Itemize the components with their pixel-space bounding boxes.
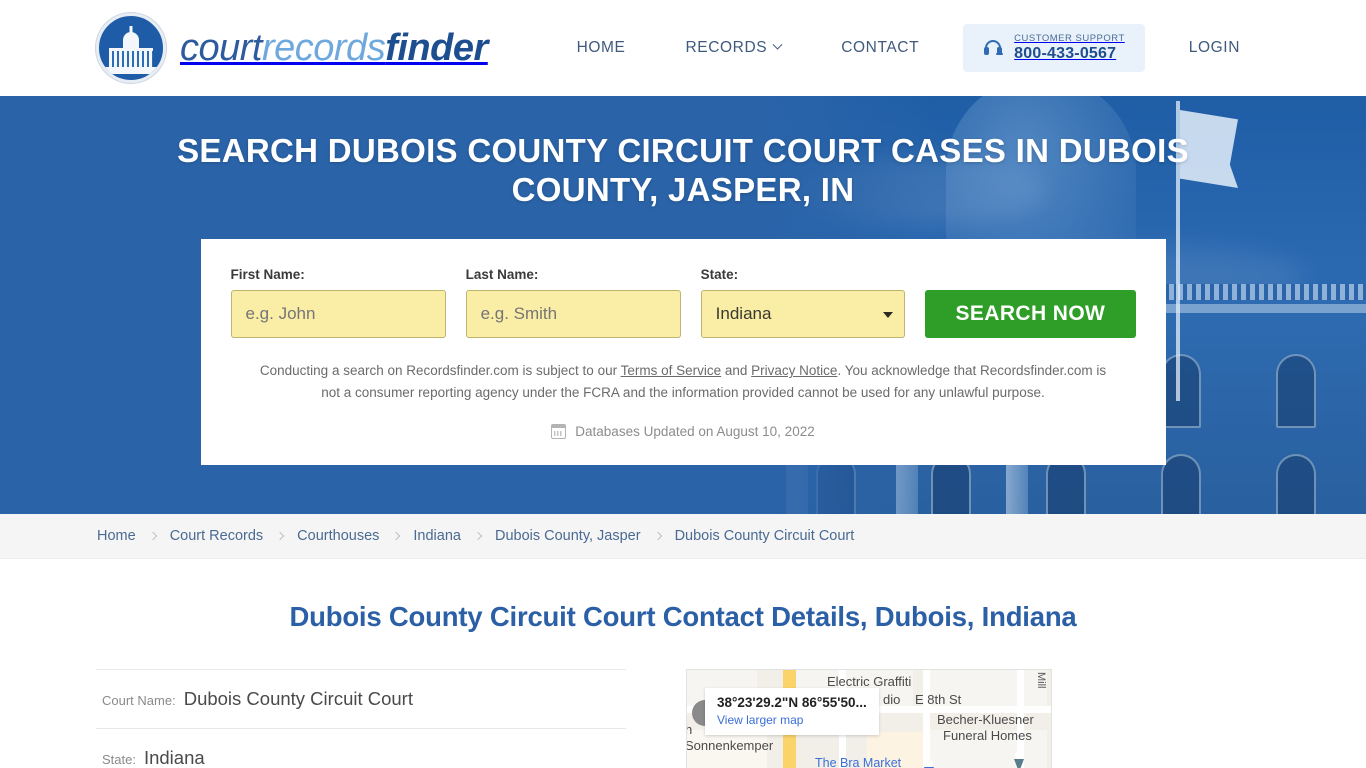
logo-word-records: records	[261, 26, 386, 69]
state-select-wrapper: Indiana	[700, 290, 906, 339]
main-content: Dubois County Circuit Court Contact Deta…	[0, 559, 1366, 768]
last-name-label: Last Name:	[465, 267, 539, 283]
chevron-right-icon	[653, 531, 662, 541]
site-header: courtrecordsfinder HOME RECORDS CONTACT …	[0, 0, 1366, 96]
map-coordinates-overlay: 38°23'29.2"N 86°55'50... View larger map	[705, 688, 879, 735]
hero-section: SEARCH DUBOIS COUNTY CIRCUIT COURT CASES…	[0, 96, 1366, 514]
map-label-the-bra-market: The Bra Market	[815, 756, 902, 768]
map-coordinates-text: 38°23'29.2"N 86°55'50...	[717, 695, 867, 710]
map-label-sonnenkemper: Sonnenkemper	[686, 738, 774, 753]
first-name-field-group: First Name:	[230, 267, 446, 339]
detail-row-state: State: Indiana	[96, 728, 626, 768]
chevron-down-icon	[772, 40, 783, 51]
map-label-funeral-homes: Funeral Homes	[943, 728, 1032, 743]
disclaimer-part-2: and	[721, 363, 752, 379]
first-name-input[interactable]	[230, 290, 446, 339]
chevron-down-icon	[883, 312, 894, 319]
map-label-e-8th-st: E 8th St	[915, 692, 962, 707]
databases-updated-row: Databases Updated on August 10, 2022	[231, 423, 1136, 439]
chevron-right-icon	[392, 531, 401, 541]
nav-item-records-label: RECORDS	[685, 38, 768, 56]
state-select[interactable]: Indiana	[700, 290, 906, 339]
nav-item-home-label: HOME	[576, 38, 626, 56]
search-now-button[interactable]: SEARCH NOW	[925, 290, 1136, 339]
logo-wordmark: courtrecordsfinder	[180, 27, 488, 70]
map-label-dio: dio	[883, 692, 901, 707]
nav-item-contact[interactable]: CONTACT	[811, 39, 949, 57]
breadcrumb-item-home[interactable]: Home	[97, 528, 136, 544]
breadcrumb-item-dubois-county-jasper[interactable]: Dubois County, Jasper	[495, 528, 641, 544]
nav-item-login-label: LOGIN	[1188, 38, 1240, 56]
last-name-input[interactable]	[465, 290, 681, 339]
site-logo[interactable]: courtrecordsfinder	[96, 13, 488, 83]
breadcrumb-item-current: Dubois County Circuit Court	[674, 528, 855, 544]
map-pin-courthouse[interactable]	[1009, 746, 1029, 768]
chevron-right-icon	[275, 531, 285, 541]
terms-of-service-link[interactable]: Terms of Service	[621, 363, 722, 378]
support-label: CUSTOMER SUPPORT	[1014, 32, 1125, 44]
logo-word-finder: finder	[385, 26, 488, 69]
privacy-notice-link[interactable]: Privacy Notice	[751, 363, 837, 378]
capitol-dome-icon	[96, 13, 166, 83]
court-details-list: Court Name: Dubois County Circuit Court …	[96, 669, 626, 768]
nav-item-login[interactable]: LOGIN	[1159, 39, 1270, 57]
map-label-becher-kluesner: Becher-Kluesner	[937, 712, 1034, 727]
calendar-icon	[551, 423, 567, 439]
state-label: State:	[700, 267, 739, 283]
customer-support-badge[interactable]: CUSTOMER SUPPORT 800-433-0567	[963, 23, 1145, 73]
nav-item-records[interactable]: RECORDS	[655, 39, 811, 57]
map-column: Electric Graffiti dio E 8th St Becher-Kl…	[686, 669, 1052, 768]
view-larger-map-link[interactable]: View larger map	[717, 713, 867, 727]
detail-value-state: Indiana	[143, 747, 205, 768]
state-field-group: State: Indiana	[700, 267, 906, 339]
breadcrumb-item-indiana[interactable]: Indiana	[413, 528, 461, 544]
chevron-right-icon	[148, 531, 157, 541]
detail-row-court-name: Court Name: Dubois County Circuit Court	[96, 669, 626, 728]
main-navigation: HOME RECORDS CONTACT CUSTOMER SUPPORT 80…	[547, 23, 1270, 73]
detail-value-court-name: Dubois County Circuit Court	[183, 688, 413, 709]
disclaimer-part-1: Conducting a search on Recordsfinder.com…	[259, 363, 621, 379]
map-pin-bra-market[interactable]	[919, 754, 939, 768]
first-name-label: First Name:	[230, 267, 305, 283]
support-phone: 800-433-0567	[1014, 45, 1117, 63]
support-text-block: CUSTOMER SUPPORT 800-433-0567	[1014, 33, 1125, 64]
location-map[interactable]: Electric Graffiti dio E 8th St Becher-Kl…	[686, 669, 1052, 768]
search-form-card: First Name: Last Name: State: Indiana SE…	[200, 239, 1166, 465]
page-hero-title: SEARCH DUBOIS COUNTY CIRCUIT COURT CASES…	[177, 132, 1189, 208]
nav-item-contact-label: CONTACT	[841, 38, 920, 56]
state-select-value: Indiana	[715, 304, 772, 324]
chevron-right-icon	[473, 531, 483, 541]
map-label-electric-graffiti: Electric Graffiti	[827, 674, 912, 689]
breadcrumb: Home Court Records Courthouses Indiana D…	[0, 514, 1366, 559]
map-label-mill: Mill	[1035, 672, 1047, 689]
last-name-field-group: Last Name:	[465, 267, 681, 339]
breadcrumb-item-courthouses[interactable]: Courthouses	[297, 528, 379, 544]
detail-label-court-name: Court Name:	[102, 693, 176, 708]
databases-updated-text: Databases Updated on August 10, 2022	[575, 423, 815, 439]
breadcrumb-item-court-records[interactable]: Court Records	[170, 528, 263, 544]
nav-item-home[interactable]: HOME	[547, 39, 656, 57]
map-label-h: h	[687, 722, 692, 737]
logo-word-court: court	[180, 26, 262, 69]
detail-label-state: State:	[102, 752, 136, 767]
page-title: Dubois County Circuit Court Contact Deta…	[289, 601, 1077, 632]
headset-icon	[983, 38, 1004, 58]
search-disclaimer: Conducting a search on Recordsfinder.com…	[231, 360, 1136, 404]
content-columns: Court Name: Dubois County Circuit Court …	[0, 633, 1366, 768]
search-fields-row: First Name: Last Name: State: Indiana SE…	[230, 267, 1136, 339]
